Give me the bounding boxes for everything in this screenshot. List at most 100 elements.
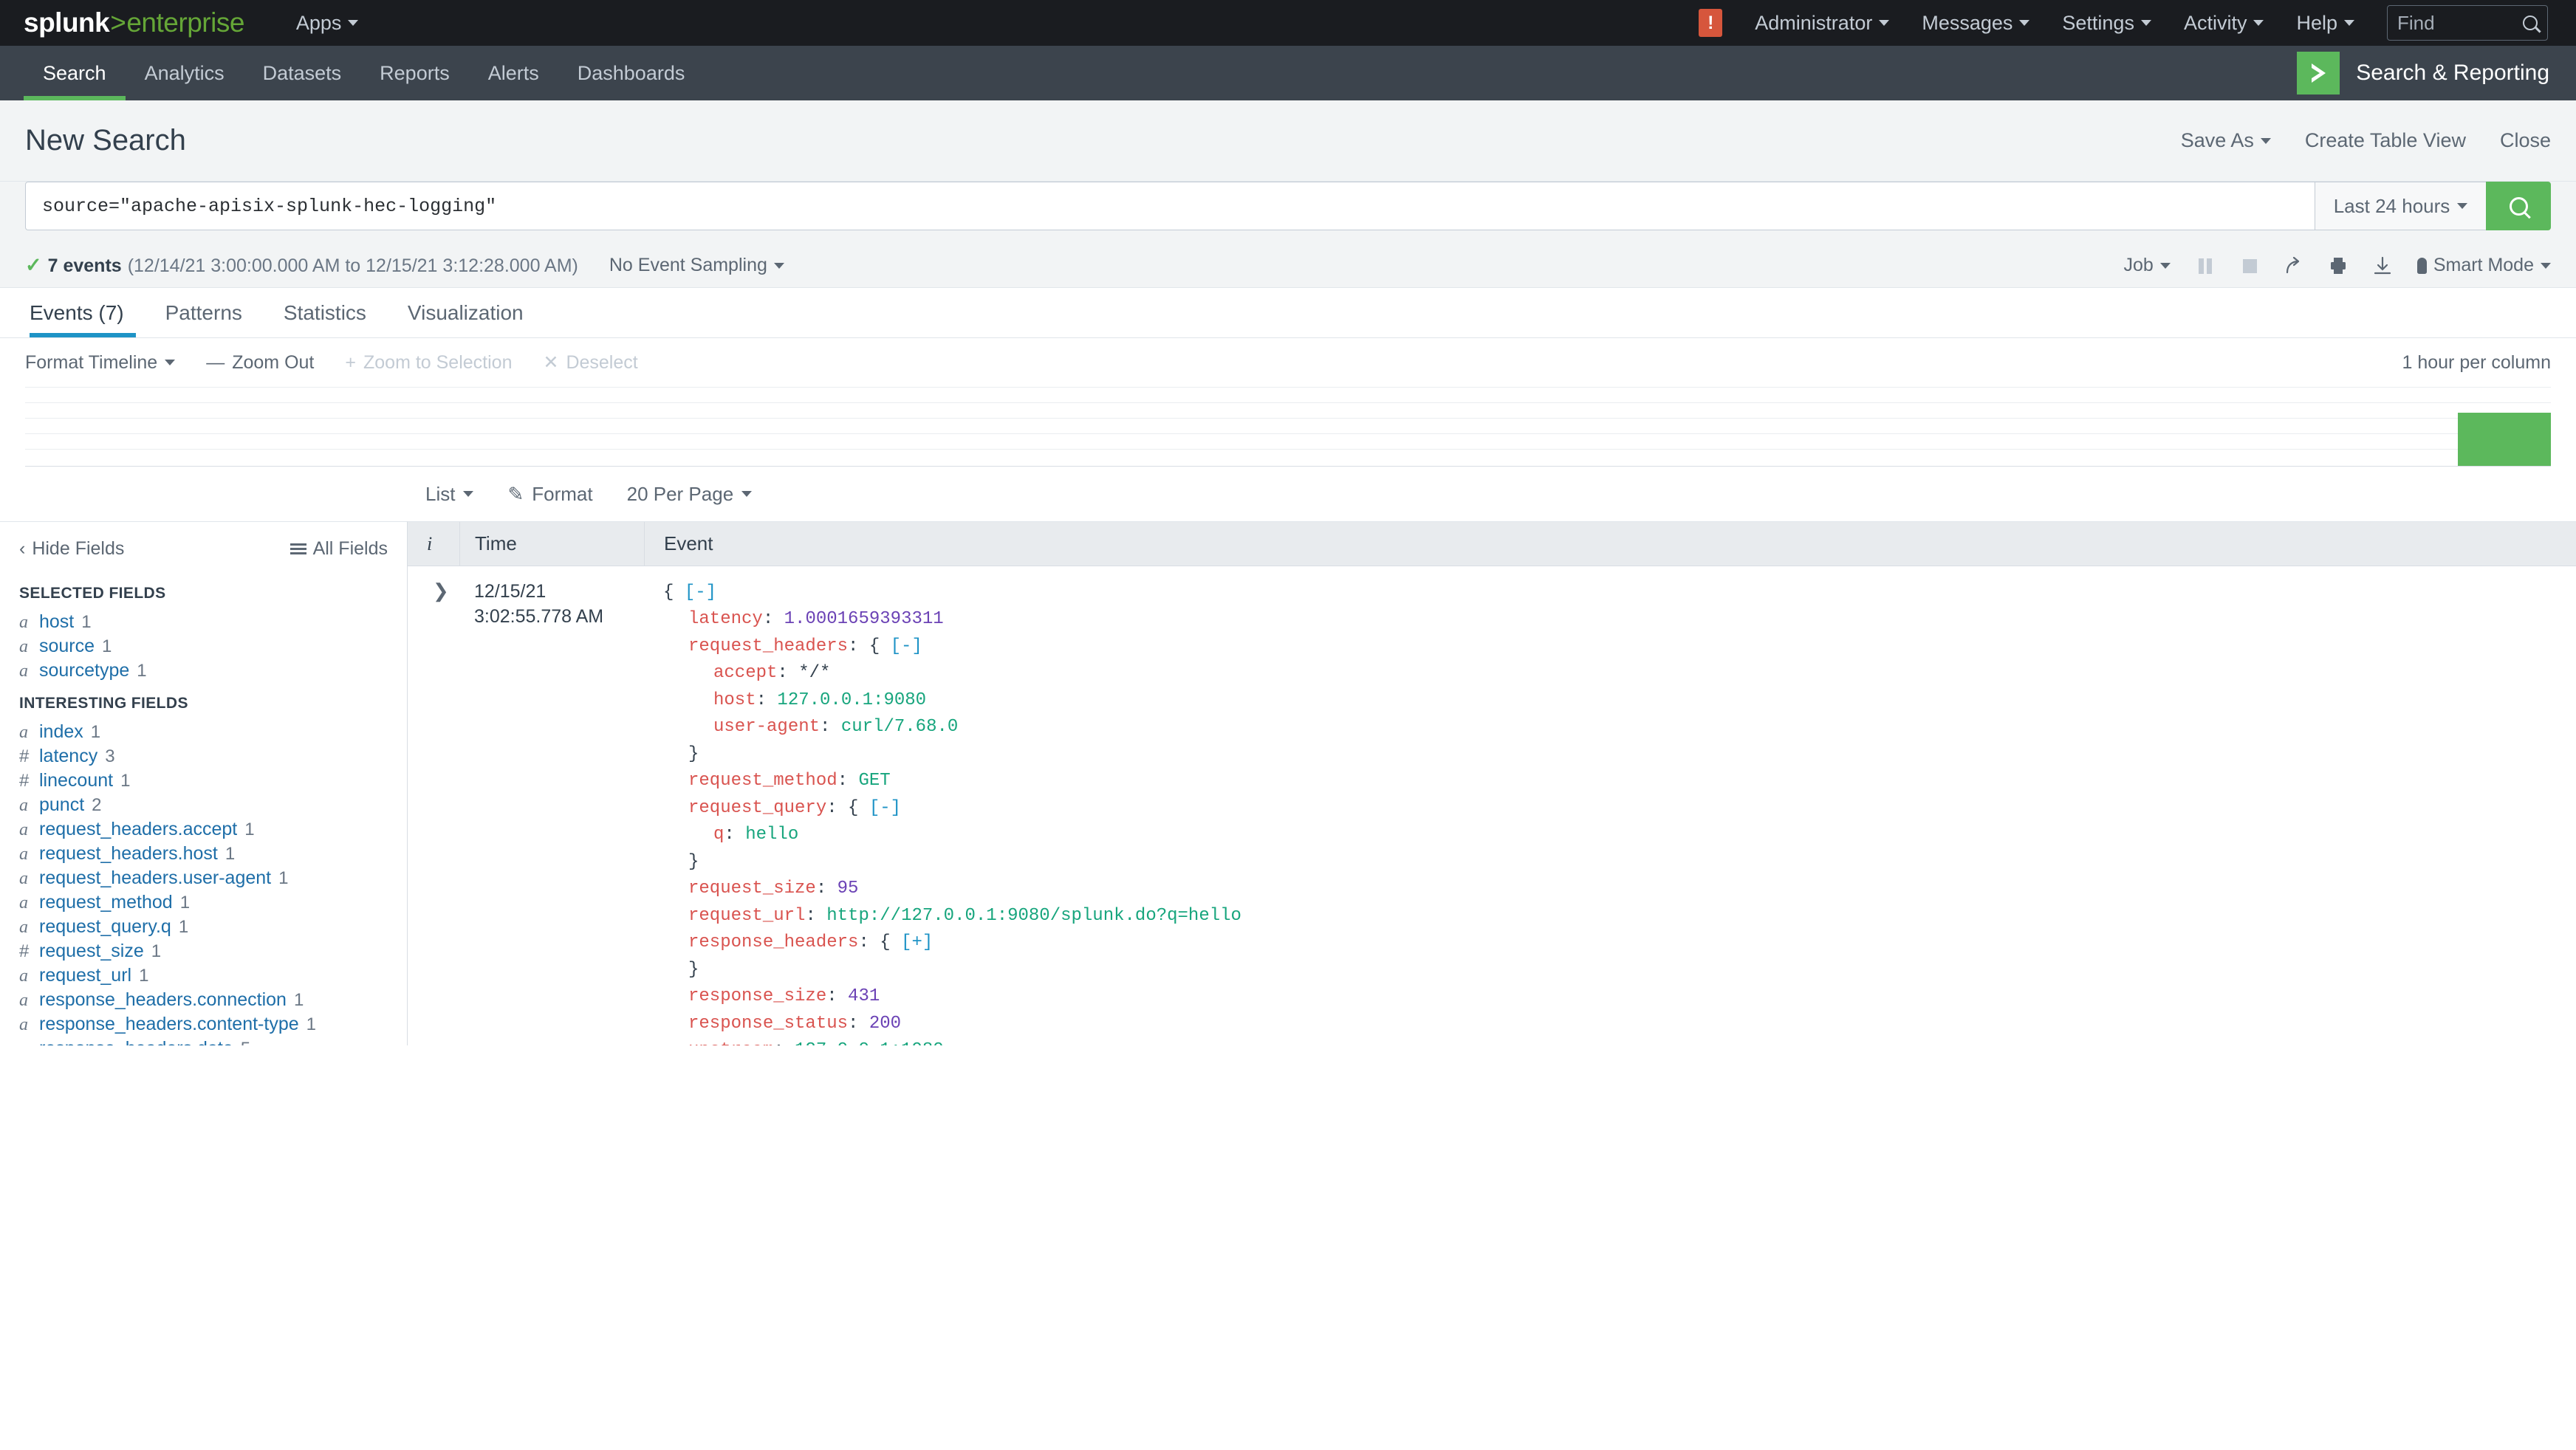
stop-icon[interactable] — [2240, 256, 2259, 275]
nav-item-reports[interactable]: Reports — [360, 46, 469, 100]
format-results-button[interactable]: ✎ Format — [507, 483, 592, 506]
field-name: host — [39, 611, 75, 632]
field-item-latency[interactable]: # latency 3 — [0, 744, 407, 769]
field-item-request_query.q[interactable]: a request_query.q 1 — [0, 915, 407, 939]
run-search-button[interactable] — [2486, 182, 2551, 230]
close-button[interactable]: Close — [2500, 129, 2551, 152]
json-key: upstream — [688, 1040, 773, 1045]
json-expand-toggle[interactable]: [-] — [869, 798, 901, 818]
alert-badge[interactable]: ! — [1699, 9, 1723, 37]
format-timeline-dropdown[interactable]: Format Timeline — [25, 352, 176, 374]
time-range-picker[interactable]: Last 24 hours — [2315, 182, 2486, 230]
tab-patterns[interactable]: Patterns — [145, 288, 263, 337]
field-item-index[interactable]: a index 1 — [0, 720, 407, 744]
save-as-button[interactable]: Save As — [2181, 129, 2271, 152]
json-key: q — [713, 825, 724, 845]
field-item-response_headers.content-type[interactable]: a response_headers.content-type 1 — [0, 1012, 407, 1037]
selected-fields-list: a host 1 a source 1 a sourcetype 1 — [0, 610, 407, 683]
field-item-linecount[interactable]: # linecount 1 — [0, 769, 407, 793]
json-expand-toggle[interactable]: [-] — [891, 636, 922, 656]
events-count: 7 events — [47, 255, 122, 276]
field-value-count: 1 — [225, 844, 236, 864]
field-item-request_url[interactable]: a request_url 1 — [0, 963, 407, 988]
field-item-request_headers.accept[interactable]: a request_headers.accept 1 — [0, 817, 407, 842]
activity-menu-label: Activity — [2183, 11, 2247, 34]
page-header: New Search Save As Create Table View Clo… — [0, 100, 2576, 182]
field-value-count: 1 — [278, 868, 289, 888]
search-bar-row: source="apache-apisix-splunk-hec-logging… — [0, 182, 2576, 244]
expand-event-icon[interactable]: ❯ — [408, 566, 459, 1045]
results-toolbar: List ✎ Format 20 Per Page — [0, 467, 2576, 521]
field-item-punct[interactable]: a punct 2 — [0, 793, 407, 817]
event-json-body: { [-] latency: 1.0001659393311 request_hea… — [644, 566, 2576, 1045]
all-fields-button[interactable]: All Fields — [290, 538, 388, 560]
list-icon — [290, 543, 306, 554]
zoom-out-button[interactable]: — Zoom Out — [206, 352, 314, 374]
nav-item-datasets[interactable]: Datasets — [244, 46, 361, 100]
nav-item-alerts-label: Alerts — [487, 61, 539, 84]
column-header-event[interactable]: Event — [644, 522, 2576, 566]
job-menu-label: Job — [2123, 255, 2154, 275]
field-item-request_size[interactable]: # request_size 1 — [0, 939, 407, 963]
string-field-icon: a — [19, 723, 28, 742]
apps-menu[interactable]: Apps — [296, 12, 359, 35]
splunk-logo[interactable]: splunk > enterprise — [24, 7, 244, 38]
app-nav-items: Search Analytics Datasets Reports Alerts… — [0, 46, 704, 100]
json-expand-toggle[interactable]: [-] — [685, 583, 716, 602]
search-mode-dropdown[interactable]: Smart Mode — [2416, 255, 2551, 276]
json-key: latency — [688, 609, 763, 630]
json-punctuation: : { — [858, 932, 902, 953]
print-icon[interactable] — [2329, 256, 2348, 275]
search-query-input[interactable]: source="apache-apisix-splunk-hec-logging… — [25, 182, 2315, 230]
event-timestamp[interactable]: 12/15/21 3:02:55.778 AM — [459, 566, 644, 1045]
per-page-dropdown[interactable]: 20 Per Page — [627, 483, 753, 506]
results-content: ‹ Hide Fields All Fields SELECTED FIELDS… — [0, 521, 2576, 1045]
activity-menu[interactable]: Activity — [2184, 12, 2264, 35]
messages-menu-label: Messages — [1922, 11, 2013, 34]
settings-menu[interactable]: Settings — [2062, 12, 2151, 35]
administrator-menu[interactable]: Administrator — [1755, 12, 1890, 35]
field-item-request_method[interactable]: a request_method 1 — [0, 890, 407, 915]
list-view-dropdown[interactable]: List — [425, 483, 474, 506]
json-punctuation: */* — [798, 663, 831, 684]
nav-item-datasets-label: Datasets — [262, 61, 342, 84]
json-expand-toggle[interactable]: [+] — [901, 932, 933, 952]
search-icon — [2509, 196, 2528, 216]
nav-item-dashboards[interactable]: Dashboards — [558, 46, 705, 100]
field-item-response_headers.date[interactable]: a response_headers.date 5 — [0, 1037, 407, 1045]
field-item-request_headers.host[interactable]: a request_headers.host 1 — [0, 842, 407, 866]
deselect-button: ✕ Deselect — [543, 351, 637, 374]
field-item-request_headers.user-agent[interactable]: a request_headers.user-agent 1 — [0, 866, 407, 890]
help-menu[interactable]: Help — [2296, 12, 2354, 35]
find-input[interactable]: Find — [2387, 5, 2548, 41]
pause-icon[interactable] — [2196, 256, 2215, 275]
page-header-actions: Save As Create Table View Close — [2181, 129, 2551, 152]
nav-item-analytics[interactable]: Analytics — [126, 46, 244, 100]
string-field-icon: a — [19, 991, 28, 1010]
create-table-view-button[interactable]: Create Table View — [2305, 129, 2466, 152]
timeline-bar[interactable] — [2458, 413, 2551, 466]
app-brand[interactable]: Search & Reporting — [2297, 46, 2576, 100]
nav-item-search[interactable]: Search — [24, 46, 126, 100]
nav-item-alerts[interactable]: Alerts — [469, 46, 558, 100]
field-item-host[interactable]: a host 1 — [0, 610, 407, 634]
json-punctuation: : — [837, 771, 859, 791]
messages-menu[interactable]: Messages — [1922, 11, 2030, 35]
tab-statistics[interactable]: Statistics — [263, 288, 387, 337]
json-punctuation: : — [773, 1040, 795, 1045]
timeline-chart[interactable] — [25, 387, 2551, 467]
download-icon[interactable] — [2373, 256, 2392, 275]
chevron-down-icon — [2253, 20, 2264, 26]
share-icon[interactable] — [2284, 256, 2303, 275]
hide-fields-button[interactable]: ‹ Hide Fields — [19, 538, 124, 560]
field-item-sourcetype[interactable]: a sourcetype 1 — [0, 659, 407, 683]
field-item-response_headers.connection[interactable]: a response_headers.connection 1 — [0, 988, 407, 1012]
json-punctuation: : — [724, 825, 746, 845]
column-header-time[interactable]: Time — [459, 522, 644, 566]
tab-visualization[interactable]: Visualization — [387, 288, 544, 337]
field-item-source[interactable]: a source 1 — [0, 634, 407, 659]
tab-events[interactable]: Events (7) — [25, 288, 145, 337]
apps-menu-label: Apps — [295, 11, 342, 34]
job-menu[interactable]: Job — [2124, 255, 2171, 276]
event-sampling-dropdown[interactable]: No Event Sampling — [609, 255, 784, 276]
